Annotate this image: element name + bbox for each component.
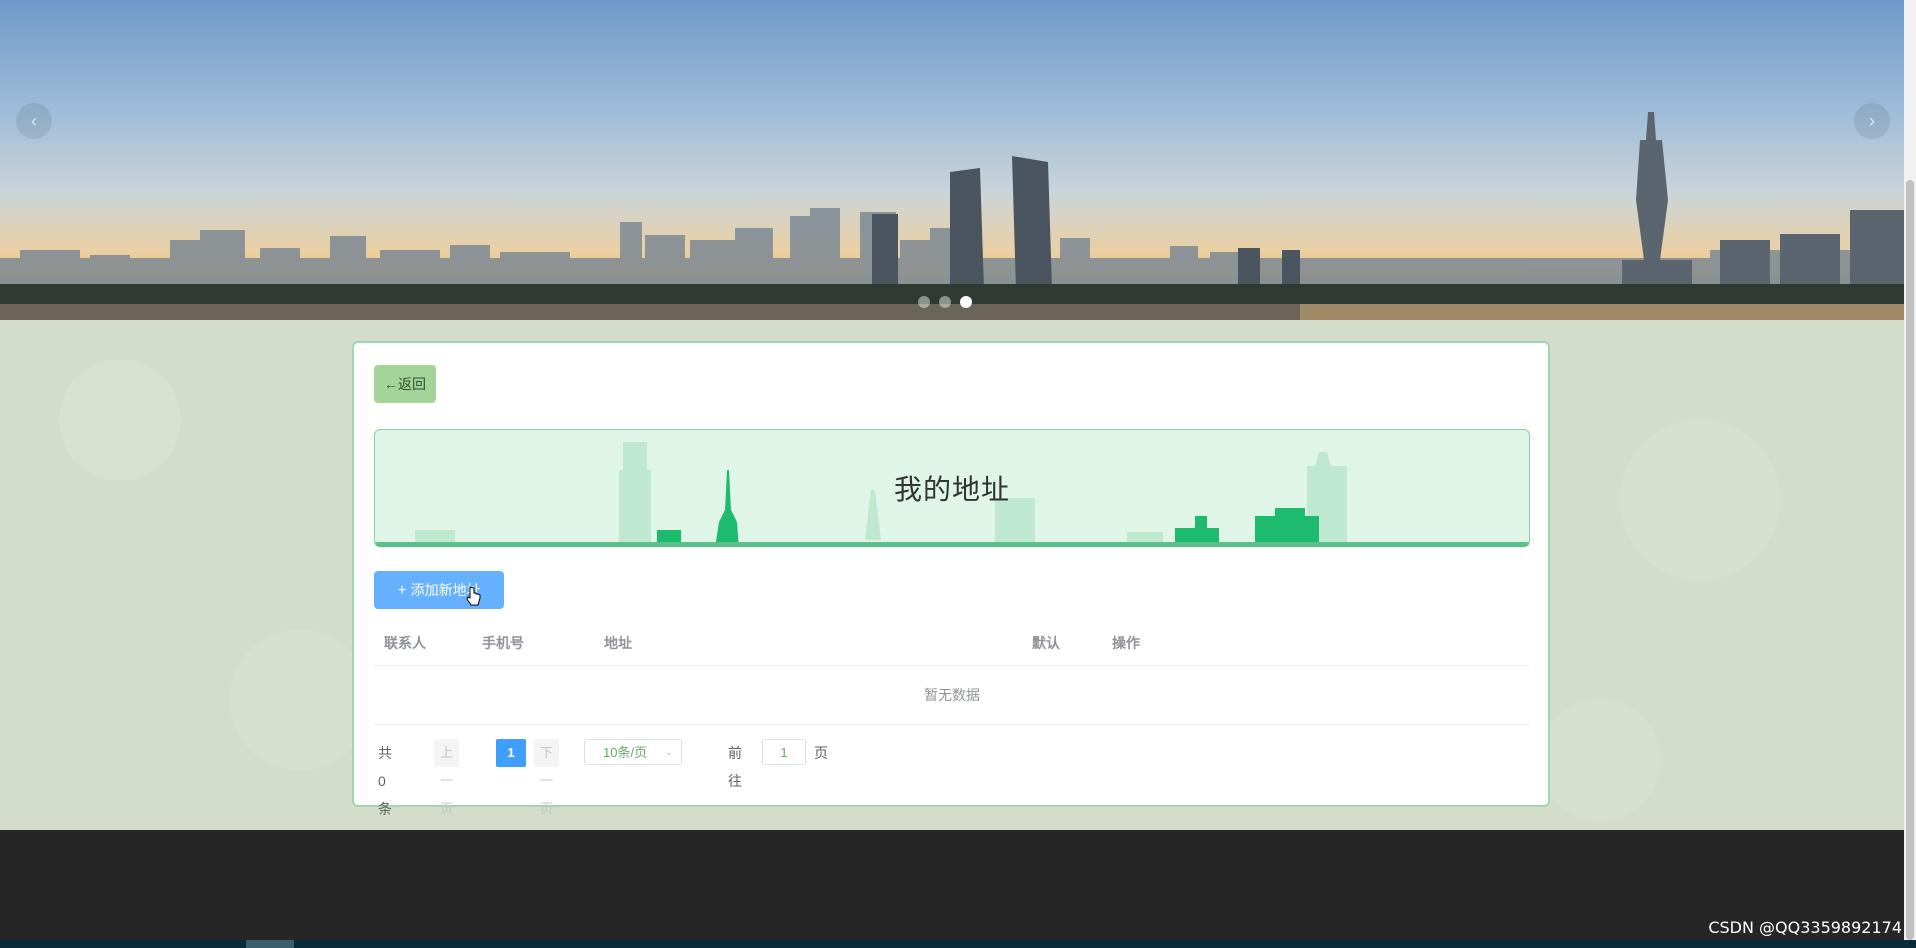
- watermark-text: CSDN @QQ3359892174: [1708, 918, 1902, 937]
- address-table: 联系人 手机号 地址 默认 操作 暂无数据: [374, 619, 1530, 725]
- goto-page-input[interactable]: 1: [762, 739, 806, 765]
- banner-carousel: ‹ ›: [0, 0, 1904, 320]
- page-title-banner: 我的地址: [374, 429, 1530, 547]
- carousel-next-button[interactable]: ›: [1854, 103, 1890, 139]
- page-unit-label: 页: [814, 745, 828, 761]
- pagination-page-1[interactable]: 1: [496, 739, 526, 767]
- chevron-down-icon: ⌄: [664, 747, 673, 758]
- carousel-indicator[interactable]: [918, 296, 930, 308]
- plus-icon: +: [397, 582, 407, 599]
- carousel-prev-button[interactable]: ‹: [16, 103, 52, 139]
- pagination-prev-button[interactable]: 上一页: [434, 739, 460, 816]
- table-empty-state: 暂无数据: [374, 666, 1530, 725]
- os-taskbar: [0, 940, 1916, 948]
- scrollbar-thumb[interactable]: [1906, 180, 1914, 940]
- taskbar-item[interactable]: [246, 940, 294, 948]
- page-size-value: 10条/页: [603, 745, 648, 760]
- page-title: 我的地址: [893, 474, 1010, 505]
- mouse-cursor-icon: [466, 586, 481, 606]
- page-size-select[interactable]: 10条/页 ⌄: [584, 739, 682, 765]
- add-address-button[interactable]: + 添加新地址: [374, 571, 504, 609]
- pagination-total: 共 0 条: [378, 745, 392, 817]
- column-header-contact: 联系人: [384, 635, 426, 651]
- address-card: ←返回 我的地址 + 添加新地址 联系人 手机号 地址 默认 操作 暂无数据 共…: [352, 341, 1550, 817]
- city-skyline-image: [0, 112, 1904, 320]
- column-header-actions: 操作: [1112, 635, 1140, 651]
- pagination-next-button[interactable]: 下一页: [534, 739, 560, 816]
- carousel-indicators: [918, 296, 972, 308]
- page-footer: [0, 830, 1904, 940]
- table-header: 联系人 手机号 地址 默认 操作: [374, 619, 1530, 666]
- vertical-scrollbar[interactable]: [1904, 0, 1916, 940]
- column-header-address: 地址: [604, 635, 632, 651]
- back-button[interactable]: ←返回: [374, 365, 436, 403]
- chevron-left-icon: ‹: [31, 111, 37, 131]
- column-header-default: 默认: [1032, 635, 1060, 651]
- carousel-indicator-active[interactable]: [960, 296, 972, 308]
- chevron-right-icon: ›: [1869, 111, 1875, 131]
- goto-label: 前往: [728, 745, 742, 789]
- column-header-phone: 手机号: [482, 635, 524, 651]
- carousel-indicator[interactable]: [939, 296, 951, 308]
